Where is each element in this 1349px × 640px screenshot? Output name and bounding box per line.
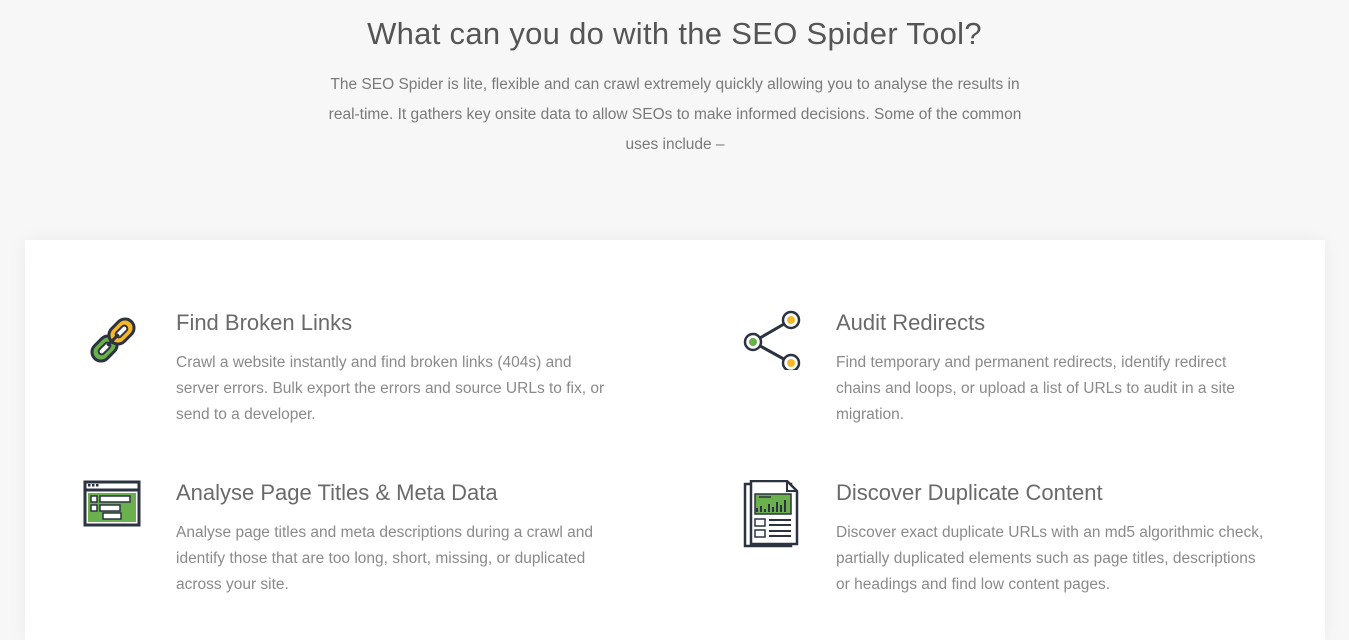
section-heading: What can you do with the SEO Spider Tool…: [367, 16, 982, 51]
feature-title: Audit Redirects: [836, 310, 986, 335]
duplicate-content-icon: [743, 479, 803, 548]
redirect-icon: [743, 310, 803, 373]
page-titles-icon: [83, 480, 143, 540]
features-panel: Find Broken Links Crawl a website instan…: [25, 240, 1325, 640]
feature-description: Analyse page titles and meta description…: [176, 524, 594, 593]
section-description: The SEO Spider is lite, flexible and can…: [328, 76, 1022, 153]
feature-description: Discover exact duplicate URLs with an md…: [836, 524, 1264, 593]
feature-title: Analyse Page Titles & Meta Data: [176, 480, 498, 505]
feature-description: Crawl a website instantly and find broke…: [176, 354, 605, 423]
feature-title: Find Broken Links: [176, 310, 353, 335]
feature-description: Find temporary and permanent redirects, …: [836, 354, 1235, 423]
broken-link-icon: [83, 310, 143, 370]
feature-title: Discover Duplicate Content: [836, 480, 1103, 505]
